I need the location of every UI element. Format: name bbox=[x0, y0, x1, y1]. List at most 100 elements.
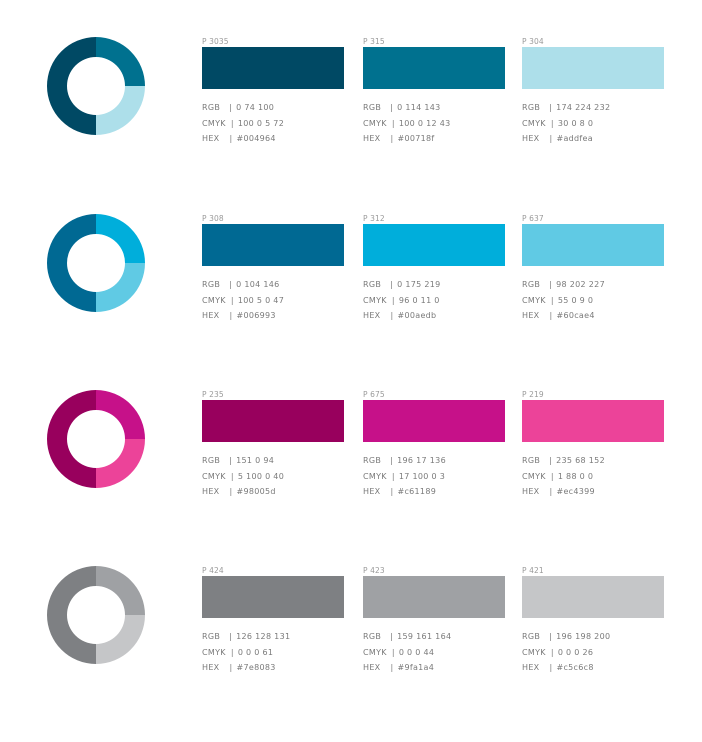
color-specs: RGB | 151 0 94 CMYK | 5 100 0 40 HEX | #98005d bbox=[202, 453, 344, 500]
separator: | bbox=[549, 487, 553, 496]
donut-segment-light bbox=[96, 615, 145, 664]
separator: | bbox=[391, 295, 395, 305]
swatch-card: P 235 RGB | 151 0 94 CMYK | 5 100 0 40 HEX | #… bbox=[202, 390, 344, 500]
cmyk-value: 0 0 0 26 bbox=[557, 647, 594, 657]
color-donut-chart bbox=[47, 37, 145, 135]
donut-segment-light bbox=[96, 439, 145, 488]
cmyk-label: CMYK bbox=[522, 647, 546, 657]
color-donut-chart bbox=[47, 390, 145, 488]
color-specs: RGB | 126 128 131 CMYK | 0 0 0 61 HEX | #7e808… bbox=[202, 629, 344, 676]
hex-row: HEX | #c61189 bbox=[363, 484, 505, 500]
separator: | bbox=[390, 487, 394, 496]
cmyk-value: 0 0 0 61 bbox=[237, 647, 274, 657]
pantone-code: P 424 bbox=[202, 566, 224, 575]
hex-value: #60cae4 bbox=[556, 311, 595, 320]
cmyk-label: CMYK bbox=[363, 471, 387, 481]
pantone-code: P 235 bbox=[202, 390, 224, 399]
hex-label: HEX bbox=[202, 487, 220, 496]
rgb-value: 196 17 136 bbox=[397, 456, 446, 465]
donut-segment-light bbox=[96, 86, 145, 135]
pantone-code: P 637 bbox=[522, 214, 544, 223]
swatch-card: P 219 RGB | 235 68 152 CMYK | 1 88 0 0 HEX | #… bbox=[522, 390, 664, 500]
rgb-value: 159 161 164 bbox=[397, 632, 452, 641]
color-specs: RGB | 0 74 100 CMYK | 100 0 5 72 HEX | #004964 bbox=[202, 100, 344, 147]
rgb-row: RGB | 0 104 146 bbox=[202, 277, 344, 293]
cmyk-row: CMYK | 96 0 11 0 bbox=[363, 293, 505, 309]
rgb-value: 0 175 219 bbox=[397, 280, 441, 289]
hex-row: HEX | #ec4399 bbox=[522, 484, 664, 500]
hex-label: HEX bbox=[363, 134, 381, 143]
cmyk-value: 30 0 8 0 bbox=[557, 118, 594, 128]
hex-value: #ec4399 bbox=[556, 487, 595, 496]
separator: | bbox=[550, 647, 554, 657]
separator: | bbox=[390, 663, 394, 672]
hex-row: HEX | #60cae4 bbox=[522, 308, 664, 324]
cmyk-row: CMYK | 100 0 12 43 bbox=[363, 116, 505, 132]
pantone-code: P 423 bbox=[363, 566, 385, 575]
separator: | bbox=[549, 311, 553, 320]
color-swatch bbox=[522, 400, 664, 442]
color-swatch bbox=[363, 400, 505, 442]
separator: | bbox=[550, 471, 554, 481]
separator: | bbox=[229, 487, 233, 496]
cmyk-label: CMYK bbox=[202, 295, 226, 305]
cmyk-row: CMYK | 17 100 0 3 bbox=[363, 469, 505, 485]
rgb-label: RGB bbox=[363, 632, 382, 641]
separator: | bbox=[229, 663, 233, 672]
palette-group-magenta: P 235 RGB | 151 0 94 CMYK | 5 100 0 40 HEX | #… bbox=[0, 390, 702, 566]
rgb-label: RGB bbox=[363, 103, 382, 112]
separator: | bbox=[230, 647, 234, 657]
pantone-code: P 304 bbox=[522, 37, 544, 46]
cmyk-row: CMYK | 5 100 0 40 bbox=[202, 469, 344, 485]
color-swatch bbox=[363, 576, 505, 618]
color-donut-chart bbox=[47, 566, 145, 664]
cmyk-value: 1 88 0 0 bbox=[557, 471, 594, 481]
hex-label: HEX bbox=[363, 663, 381, 672]
separator: | bbox=[229, 632, 233, 641]
rgb-label: RGB bbox=[202, 456, 221, 465]
color-swatch bbox=[363, 224, 505, 266]
hex-value: #006993 bbox=[236, 311, 276, 320]
hex-label: HEX bbox=[522, 134, 540, 143]
cmyk-label: CMYK bbox=[363, 118, 387, 128]
cmyk-row: CMYK | 55 0 9 0 bbox=[522, 293, 664, 309]
cmyk-value: 100 0 12 43 bbox=[398, 118, 451, 128]
separator: | bbox=[391, 471, 395, 481]
hex-value: #004964 bbox=[236, 134, 276, 143]
rgb-label: RGB bbox=[202, 632, 221, 641]
hex-row: HEX | #7e8083 bbox=[202, 660, 344, 676]
rgb-label: RGB bbox=[202, 103, 221, 112]
rgb-label: RGB bbox=[522, 280, 541, 289]
pantone-code: P 3035 bbox=[202, 37, 229, 46]
rgb-row: RGB | 159 161 164 bbox=[363, 629, 505, 645]
hex-label: HEX bbox=[202, 134, 220, 143]
rgb-row: RGB | 98 202 227 bbox=[522, 277, 664, 293]
cmyk-row: CMYK | 0 0 0 26 bbox=[522, 645, 664, 661]
color-specs: RGB | 174 224 232 CMYK | 30 0 8 0 HEX | #addfe… bbox=[522, 100, 664, 147]
rgb-row: RGB | 0 74 100 bbox=[202, 100, 344, 116]
color-swatch bbox=[202, 576, 344, 618]
cmyk-value: 100 0 5 72 bbox=[237, 118, 285, 128]
rgb-row: RGB | 196 17 136 bbox=[363, 453, 505, 469]
hex-label: HEX bbox=[363, 487, 381, 496]
rgb-value: 126 128 131 bbox=[236, 632, 291, 641]
pantone-code: P 675 bbox=[363, 390, 385, 399]
pantone-code: P 308 bbox=[202, 214, 224, 223]
rgb-label: RGB bbox=[202, 280, 221, 289]
color-specs: RGB | 0 114 143 CMYK | 100 0 12 43 HEX | #0071… bbox=[363, 100, 505, 147]
hex-row: HEX | #c5c6c8 bbox=[522, 660, 664, 676]
pantone-code: P 421 bbox=[522, 566, 544, 575]
swatch-card: P 675 RGB | 196 17 136 CMYK | 17 100 0 3 HEX… bbox=[363, 390, 505, 500]
swatch-card: P 637 RGB | 98 202 227 CMYK | 55 0 9 0 HEX | #… bbox=[522, 214, 664, 324]
swatch-card: P 312 RGB | 0 175 219 CMYK | 96 0 11 0 HEX | #… bbox=[363, 214, 505, 324]
cmyk-value: 96 0 11 0 bbox=[398, 295, 440, 305]
hex-row: HEX | #9fa1a4 bbox=[363, 660, 505, 676]
hex-label: HEX bbox=[202, 663, 220, 672]
rgb-row: RGB | 196 198 200 bbox=[522, 629, 664, 645]
color-specs: RGB | 235 68 152 CMYK | 1 88 0 0 HEX | #ec4399 bbox=[522, 453, 664, 500]
cmyk-label: CMYK bbox=[202, 118, 226, 128]
hex-value: #00718f bbox=[397, 134, 435, 143]
rgb-value: 98 202 227 bbox=[556, 280, 605, 289]
rgb-label: RGB bbox=[522, 103, 541, 112]
hex-row: HEX | #addfea bbox=[522, 131, 664, 147]
